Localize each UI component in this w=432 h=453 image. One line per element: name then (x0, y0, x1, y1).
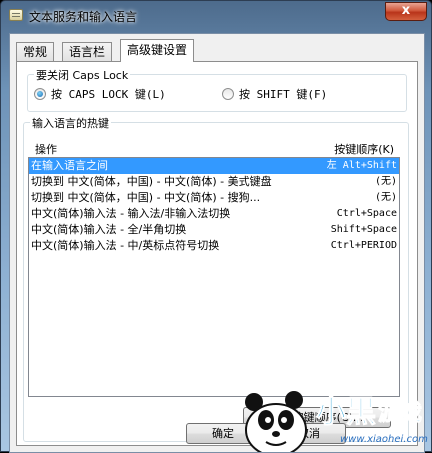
row-keys: (无) (374, 192, 397, 203)
row-keys: Ctrl+PERIOD (330, 240, 397, 251)
tab-general[interactable]: 常规 (16, 42, 55, 62)
row-action: 切换到 中文(简体，中国) - 中文(简体) - 美式键盘 (31, 175, 272, 188)
xiaohei-watermark-logo: 小黑 游戏 www.xiaohei.com (245, 391, 429, 452)
caps-lock-group: 要关闭 Caps Lock 按 CAPS LOCK 键(L) 按 SHIFT 键… (27, 67, 407, 112)
hotkeys-group-label: 输入语言的热键 (30, 115, 111, 131)
row-action: 在输入语言之间 (31, 159, 108, 172)
tab-language-bar[interactable]: 语言栏 (62, 42, 113, 62)
window-title: 文本服务和输入语言 (29, 10, 138, 24)
hotkeys-listbox[interactable]: 在输入语言之间 左 Alt+Shift 切换到 中文(简体，中国) - 中文(简… (28, 157, 400, 397)
row-action: 切换到 中文(简体，中国) - 中文(简体) - 搜狗... (31, 191, 261, 204)
row-action: 中文(简体)输入法 - 中/英标点符号切换 (31, 239, 220, 252)
row-keys: Ctrl+Space (336, 208, 397, 219)
radio-button-checked[interactable] (34, 88, 46, 100)
keyboard-app-icon (9, 9, 23, 21)
svg-text:游戏: 游戏 (378, 400, 422, 426)
radio-caps-lock-label: 按 CAPS LOCK 键(L) (51, 88, 166, 101)
row-keys: 左 Alt+Shift (326, 160, 397, 171)
row-keys: (无) (374, 176, 397, 187)
table-row[interactable]: 在输入语言之间 左 Alt+Shift (29, 158, 399, 174)
column-sequence-header: 按键顺序(K) (334, 143, 394, 156)
row-action: 中文(简体)输入法 - 全/半角切换 (31, 223, 187, 236)
svg-text:www.xiaohei.com: www.xiaohei.com (340, 434, 428, 445)
panda-mascot-icon (245, 391, 307, 452)
table-row[interactable]: 中文(简体)输入法 - 中/英标点符号切换 Ctrl+PERIOD (29, 238, 399, 254)
table-row[interactable]: 切换到 中文(简体，中国) - 中文(简体) - 搜狗... (无) (29, 190, 399, 206)
table-row[interactable]: 中文(简体)输入法 - 全/半角切换 Shift+Space (29, 222, 399, 238)
caps-lock-group-label: 要关闭 Caps Lock (34, 67, 131, 83)
radio-button-unchecked[interactable] (222, 88, 234, 100)
radio-caps-lock-option[interactable]: 按 CAPS LOCK 键(L) (34, 86, 166, 102)
table-row[interactable]: 中文(简体)输入法 - 输入法/非输入法切换 Ctrl+Space (29, 206, 399, 222)
svg-text:小黑: 小黑 (316, 395, 376, 430)
title-bar[interactable]: 文本服务和输入语言 x (1, 1, 432, 31)
column-action-header: 操作 (35, 143, 57, 156)
row-keys: Shift+Space (330, 224, 397, 235)
radio-shift-option[interactable]: 按 SHIFT 键(F) (222, 86, 327, 102)
row-action: 中文(简体)输入法 - 输入法/非输入法切换 (31, 207, 231, 220)
game-text-logo: 小黑 游戏 www.xiaohei.com (316, 395, 429, 446)
window-frame: 文本服务和输入语言 x 常规 语言栏 高级键设置 要关闭 Caps Lock 按… (0, 0, 432, 453)
close-button[interactable]: x (385, 2, 427, 21)
hotkeys-list-header: 操作 按键顺序(K) (28, 140, 400, 156)
tab-advanced-key-settings[interactable]: 高级键设置 (120, 39, 195, 62)
radio-shift-label: 按 SHIFT 键(F) (239, 88, 328, 101)
table-row[interactable]: 切换到 中文(简体，中国) - 中文(简体) - 美式键盘 (无) (29, 174, 399, 190)
